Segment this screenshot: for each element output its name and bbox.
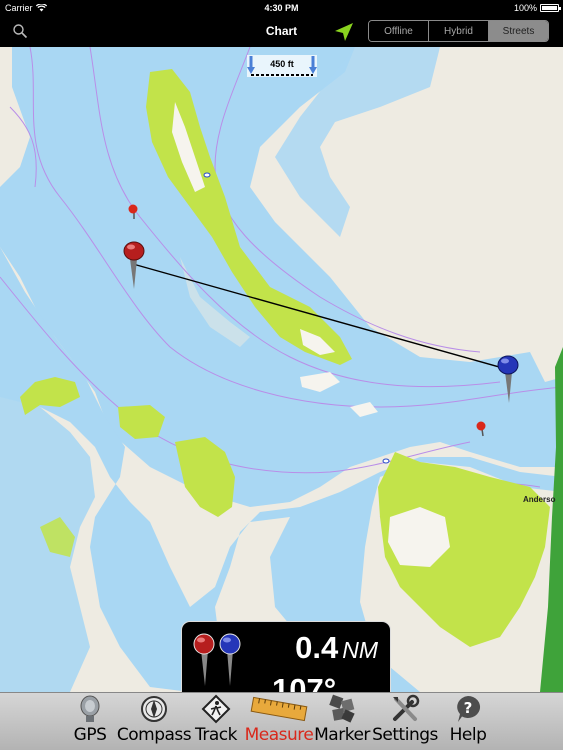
toolbar-help[interactable]: ? Help [448, 693, 488, 750]
status-time: 4:30 PM [264, 3, 299, 13]
scale-bar: 450 ft [247, 55, 317, 77]
toolbar-measure[interactable]: Measure [245, 693, 314, 750]
compass-icon [141, 696, 167, 722]
distance-readout: 0.4 NM [295, 630, 378, 666]
toolbar-track[interactable]: Track [195, 693, 237, 750]
bottom-toolbar: GPS Compass Track Measure Marker Setting… [0, 692, 563, 750]
measure-panel: 0.4 NM 107° [181, 621, 391, 692]
settings-icon [393, 694, 420, 721]
location-arrow-icon[interactable] [333, 21, 355, 43]
toolbar-help-label: Help [449, 725, 487, 745]
buoy-marker-icon [382, 458, 390, 464]
buoy-marker-icon [203, 172, 211, 178]
bearing-readout: 107° [272, 672, 337, 692]
toolbar-gps[interactable]: GPS [72, 693, 108, 750]
battery-icon [540, 4, 561, 12]
place-label: Anderso [523, 495, 556, 504]
battery-percent: 100% [513, 3, 537, 13]
help-icon: ? [457, 695, 481, 722]
svg-text:?: ? [464, 699, 473, 717]
chart-map[interactable]: 450 ft Anderso 0.4 NM 107° [0, 47, 563, 692]
map-mode-hybrid[interactable]: Hybrid [429, 21, 489, 41]
toolbar-gps-label: GPS [73, 725, 107, 745]
toolbar-marker-label: Marker [314, 725, 370, 745]
marker-icon [329, 694, 355, 723]
toolbar-track-label: Track [195, 725, 237, 745]
map-mode-segmented-control: Offline Hybrid Streets [368, 20, 549, 42]
nav-bar: Chart Offline Hybrid Streets [0, 16, 563, 47]
toolbar-compass-label: Compass [116, 725, 192, 745]
track-icon [201, 694, 231, 724]
toolbar-measure-label: Measure [244, 725, 314, 745]
toolbar-compass[interactable]: Compass [117, 693, 192, 750]
scale-label: 450 ft [270, 59, 294, 69]
measure-pins-icon [193, 633, 241, 686]
distance-value: 0.4 [295, 630, 339, 665]
map-mode-streets[interactable]: Streets [489, 21, 548, 41]
toolbar-settings-label: Settings [372, 725, 438, 745]
map-mode-offline[interactable]: Offline [369, 21, 429, 41]
status-bar: Carrier 4:30 PM 100% [0, 0, 563, 16]
toolbar-marker[interactable]: Marker [314, 693, 370, 750]
ruler-icon [250, 696, 308, 722]
nautical-chart[interactable] [0, 47, 563, 692]
toolbar-settings[interactable]: Settings [372, 693, 438, 750]
gps-icon [80, 695, 100, 722]
distance-unit: NM [342, 637, 378, 663]
